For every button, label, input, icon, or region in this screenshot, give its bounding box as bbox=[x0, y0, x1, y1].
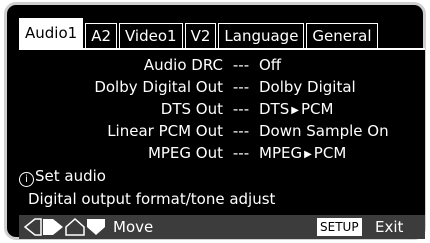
info-title: i Set audio bbox=[19, 165, 106, 187]
setting-row-dolby-digital-out[interactable]: Dolby Digital Out --- Dolby Digital bbox=[19, 76, 356, 98]
setting-value: MPEG ▶ PCM bbox=[259, 142, 346, 166]
tab-video1[interactable]: Video1 bbox=[119, 23, 183, 48]
setting-separator: --- bbox=[232, 56, 250, 74]
setting-value: Down Sample On bbox=[259, 122, 389, 140]
setting-value: Off bbox=[259, 56, 282, 74]
setup-button[interactable]: SETUP bbox=[317, 218, 362, 236]
settings-panel: Audio DRC --- Off Dolby Digital Out --- Dolb… bbox=[19, 48, 425, 217]
setting-separator: --- bbox=[232, 144, 250, 162]
setting-value: DTS ▶ PCM bbox=[259, 98, 333, 122]
setting-label: Dolby Digital Out bbox=[94, 78, 223, 96]
setting-value-from: DTS bbox=[259, 100, 290, 118]
info-title-text: Set audio bbox=[35, 167, 106, 185]
footer-bar: Move SETUP Exit bbox=[19, 215, 425, 239]
tab-language[interactable]: Language bbox=[218, 23, 305, 48]
setting-separator: --- bbox=[232, 122, 250, 140]
down-arrow-icon bbox=[87, 219, 105, 235]
menu-frame: Audio1 A2 Video1 V2 Language General Aud… bbox=[7, 5, 425, 239]
setting-separator: --- bbox=[232, 78, 250, 96]
tab-v2[interactable]: V2 bbox=[184, 23, 217, 48]
setting-row-dts-out[interactable]: DTS Out --- DTS ▶ PCM bbox=[19, 98, 334, 122]
up-arrow-icon bbox=[65, 217, 85, 236]
right-arrow-icon bbox=[43, 219, 63, 235]
setting-label: MPEG Out bbox=[147, 144, 223, 162]
right-arrow-icon: ▶ bbox=[304, 149, 312, 160]
setting-separator: --- bbox=[232, 100, 250, 118]
setting-value: Dolby Digital bbox=[259, 78, 356, 96]
setting-row-audio-drc[interactable]: Audio DRC --- Off bbox=[19, 54, 281, 76]
info-description: Digital output format/tone adjust bbox=[28, 190, 276, 208]
info-icon: i bbox=[19, 172, 34, 187]
setting-row-linear-pcm-out[interactable]: Linear PCM Out --- Down Sample On bbox=[19, 120, 389, 142]
setting-value-from: MPEG bbox=[259, 144, 303, 162]
tab-audio1[interactable]: Audio1 bbox=[19, 18, 84, 48]
setting-row-mpeg-out[interactable]: MPEG Out --- MPEG ▶ PCM bbox=[19, 142, 346, 164]
exit-label: Exit bbox=[375, 218, 404, 236]
navigation-arrows bbox=[21, 217, 107, 237]
right-arrow-icon: ▶ bbox=[291, 105, 299, 116]
tab-a2[interactable]: A2 bbox=[85, 23, 117, 48]
setting-value-to: PCM bbox=[300, 100, 334, 118]
setting-label: Audio DRC bbox=[143, 56, 223, 74]
tab-general[interactable]: General bbox=[306, 23, 378, 48]
setting-label: Linear PCM Out bbox=[107, 122, 223, 140]
move-label: Move bbox=[113, 218, 154, 236]
setting-value-to: PCM bbox=[313, 144, 347, 162]
tab-bar: Audio1 A2 Video1 V2 Language General bbox=[19, 18, 380, 48]
left-arrow-icon bbox=[23, 218, 42, 236]
setting-label: DTS Out bbox=[160, 100, 223, 118]
